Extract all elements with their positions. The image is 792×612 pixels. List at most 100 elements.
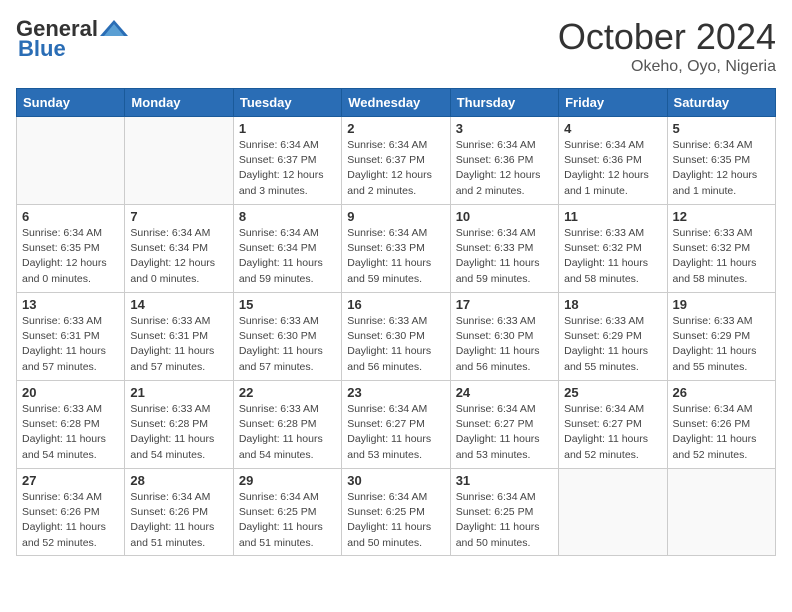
day-detail: Sunrise: 6:33 AM Sunset: 6:30 PM Dayligh…: [456, 314, 553, 375]
header-friday: Friday: [559, 89, 667, 117]
header-monday: Monday: [125, 89, 233, 117]
calendar-cell: 10Sunrise: 6:34 AM Sunset: 6:33 PM Dayli…: [450, 205, 558, 293]
logo: General Blue: [16, 16, 128, 62]
day-detail: Sunrise: 6:34 AM Sunset: 6:25 PM Dayligh…: [347, 490, 444, 551]
day-detail: Sunrise: 6:34 AM Sunset: 6:26 PM Dayligh…: [130, 490, 227, 551]
day-detail: Sunrise: 6:33 AM Sunset: 6:28 PM Dayligh…: [239, 402, 336, 463]
calendar-cell: 1 Sunrise: 6:34 AM Sunset: 6:37 PM Daylig…: [233, 117, 341, 205]
day-number: 6: [22, 209, 119, 224]
day-number: 25: [564, 385, 661, 400]
day-detail: Sunrise: 6:34 AM Sunset: 6:25 PM Dayligh…: [456, 490, 553, 551]
day-number: 2: [347, 121, 444, 136]
day-number: 23: [347, 385, 444, 400]
day-number: 27: [22, 473, 119, 488]
calendar-week-4: 20 Sunrise: 6:33 AM Sunset: 6:28 PM Dayli…: [17, 381, 776, 469]
day-detail: Sunrise: 6:34 AM Sunset: 6:36 PM Dayligh…: [564, 138, 661, 199]
calendar-cell: 23Sunrise: 6:34 AM Sunset: 6:27 PM Dayli…: [342, 381, 450, 469]
calendar-header-row: SundayMondayTuesdayWednesdayThursdayFrid…: [17, 89, 776, 117]
day-number: 8: [239, 209, 336, 224]
month-title: October 2024: [558, 16, 776, 58]
day-number: 4: [564, 121, 661, 136]
header-thursday: Thursday: [450, 89, 558, 117]
day-detail: Sunrise: 6:34 AM Sunset: 6:27 PM Dayligh…: [456, 402, 553, 463]
day-number: 3: [456, 121, 553, 136]
logo-icon: [100, 18, 128, 40]
day-number: 13: [22, 297, 119, 312]
day-detail: Sunrise: 6:34 AM Sunset: 6:37 PM Dayligh…: [239, 138, 336, 199]
day-number: 24: [456, 385, 553, 400]
day-detail: Sunrise: 6:34 AM Sunset: 6:35 PM Dayligh…: [22, 226, 119, 287]
day-number: 19: [673, 297, 770, 312]
day-detail: Sunrise: 6:33 AM Sunset: 6:28 PM Dayligh…: [22, 402, 119, 463]
calendar-week-2: 6 Sunrise: 6:34 AM Sunset: 6:35 PM Daylig…: [17, 205, 776, 293]
day-number: 28: [130, 473, 227, 488]
calendar-cell: 27 Sunrise: 6:34 AM Sunset: 6:26 PM Dayli…: [17, 469, 125, 556]
calendar-cell: 18 Sunrise: 6:33 AM Sunset: 6:29 PM Dayli…: [559, 293, 667, 381]
calendar-cell: 17Sunrise: 6:33 AM Sunset: 6:30 PM Dayli…: [450, 293, 558, 381]
calendar-cell: 19 Sunrise: 6:33 AM Sunset: 6:29 PM Dayli…: [667, 293, 775, 381]
day-detail: Sunrise: 6:33 AM Sunset: 6:32 PM Dayligh…: [564, 226, 661, 287]
calendar-table: SundayMondayTuesdayWednesdayThursdayFrid…: [16, 88, 776, 556]
day-number: 1: [239, 121, 336, 136]
day-detail: Sunrise: 6:33 AM Sunset: 6:30 PM Dayligh…: [239, 314, 336, 375]
header-tuesday: Tuesday: [233, 89, 341, 117]
day-number: 20: [22, 385, 119, 400]
calendar-cell: 3 Sunrise: 6:34 AM Sunset: 6:36 PM Daylig…: [450, 117, 558, 205]
day-detail: Sunrise: 6:33 AM Sunset: 6:29 PM Dayligh…: [673, 314, 770, 375]
calendar-cell: 7Sunrise: 6:34 AM Sunset: 6:34 PM Daylig…: [125, 205, 233, 293]
day-detail: Sunrise: 6:34 AM Sunset: 6:33 PM Dayligh…: [347, 226, 444, 287]
calendar-cell: 16Sunrise: 6:33 AM Sunset: 6:30 PM Dayli…: [342, 293, 450, 381]
day-detail: Sunrise: 6:34 AM Sunset: 6:35 PM Dayligh…: [673, 138, 770, 199]
day-number: 21: [130, 385, 227, 400]
day-number: 16: [347, 297, 444, 312]
calendar-cell: 12 Sunrise: 6:33 AM Sunset: 6:32 PM Dayli…: [667, 205, 775, 293]
calendar-cell: 4 Sunrise: 6:34 AM Sunset: 6:36 PM Daylig…: [559, 117, 667, 205]
calendar-cell: [125, 117, 233, 205]
calendar-cell: [559, 469, 667, 556]
day-detail: Sunrise: 6:33 AM Sunset: 6:31 PM Dayligh…: [22, 314, 119, 375]
day-number: 15: [239, 297, 336, 312]
calendar-cell: 25 Sunrise: 6:34 AM Sunset: 6:27 PM Dayli…: [559, 381, 667, 469]
calendar-cell: [667, 469, 775, 556]
calendar-cell: 2 Sunrise: 6:34 AM Sunset: 6:37 PM Daylig…: [342, 117, 450, 205]
day-number: 22: [239, 385, 336, 400]
calendar-cell: 29Sunrise: 6:34 AM Sunset: 6:25 PM Dayli…: [233, 469, 341, 556]
day-number: 18: [564, 297, 661, 312]
header-wednesday: Wednesday: [342, 89, 450, 117]
day-number: 12: [673, 209, 770, 224]
day-detail: Sunrise: 6:34 AM Sunset: 6:36 PM Dayligh…: [456, 138, 553, 199]
day-detail: Sunrise: 6:34 AM Sunset: 6:27 PM Dayligh…: [564, 402, 661, 463]
calendar-cell: 13 Sunrise: 6:33 AM Sunset: 6:31 PM Dayli…: [17, 293, 125, 381]
calendar-cell: 5Sunrise: 6:34 AM Sunset: 6:35 PM Daylig…: [667, 117, 775, 205]
day-detail: Sunrise: 6:33 AM Sunset: 6:28 PM Dayligh…: [130, 402, 227, 463]
day-number: 14: [130, 297, 227, 312]
calendar-cell: 31 Sunrise: 6:34 AM Sunset: 6:25 PM Dayli…: [450, 469, 558, 556]
page-header: General Blue October 2024 Okeho, Oyo, Ni…: [16, 16, 776, 76]
header-saturday: Saturday: [667, 89, 775, 117]
calendar-cell: 9Sunrise: 6:34 AM Sunset: 6:33 PM Daylig…: [342, 205, 450, 293]
day-detail: Sunrise: 6:34 AM Sunset: 6:26 PM Dayligh…: [22, 490, 119, 551]
calendar-week-3: 13 Sunrise: 6:33 AM Sunset: 6:31 PM Dayli…: [17, 293, 776, 381]
calendar-cell: 6 Sunrise: 6:34 AM Sunset: 6:35 PM Daylig…: [17, 205, 125, 293]
calendar-cell: 24 Sunrise: 6:34 AM Sunset: 6:27 PM Dayli…: [450, 381, 558, 469]
day-number: 31: [456, 473, 553, 488]
calendar-cell: 11 Sunrise: 6:33 AM Sunset: 6:32 PM Dayli…: [559, 205, 667, 293]
day-detail: Sunrise: 6:34 AM Sunset: 6:26 PM Dayligh…: [673, 402, 770, 463]
calendar-cell: 30Sunrise: 6:34 AM Sunset: 6:25 PM Dayli…: [342, 469, 450, 556]
day-number: 26: [673, 385, 770, 400]
day-number: 11: [564, 209, 661, 224]
calendar-cell: 22 Sunrise: 6:33 AM Sunset: 6:28 PM Dayli…: [233, 381, 341, 469]
day-detail: Sunrise: 6:33 AM Sunset: 6:32 PM Dayligh…: [673, 226, 770, 287]
day-detail: Sunrise: 6:34 AM Sunset: 6:37 PM Dayligh…: [347, 138, 444, 199]
day-detail: Sunrise: 6:34 AM Sunset: 6:34 PM Dayligh…: [239, 226, 336, 287]
calendar-cell: 20 Sunrise: 6:33 AM Sunset: 6:28 PM Dayli…: [17, 381, 125, 469]
day-detail: Sunrise: 6:33 AM Sunset: 6:29 PM Dayligh…: [564, 314, 661, 375]
day-detail: Sunrise: 6:33 AM Sunset: 6:31 PM Dayligh…: [130, 314, 227, 375]
day-detail: Sunrise: 6:34 AM Sunset: 6:33 PM Dayligh…: [456, 226, 553, 287]
day-number: 7: [130, 209, 227, 224]
title-section: October 2024 Okeho, Oyo, Nigeria: [558, 16, 776, 76]
calendar-week-5: 27 Sunrise: 6:34 AM Sunset: 6:26 PM Dayli…: [17, 469, 776, 556]
calendar-cell: 15 Sunrise: 6:33 AM Sunset: 6:30 PM Dayli…: [233, 293, 341, 381]
day-detail: Sunrise: 6:34 AM Sunset: 6:25 PM Dayligh…: [239, 490, 336, 551]
calendar-week-1: 1 Sunrise: 6:34 AM Sunset: 6:37 PM Daylig…: [17, 117, 776, 205]
